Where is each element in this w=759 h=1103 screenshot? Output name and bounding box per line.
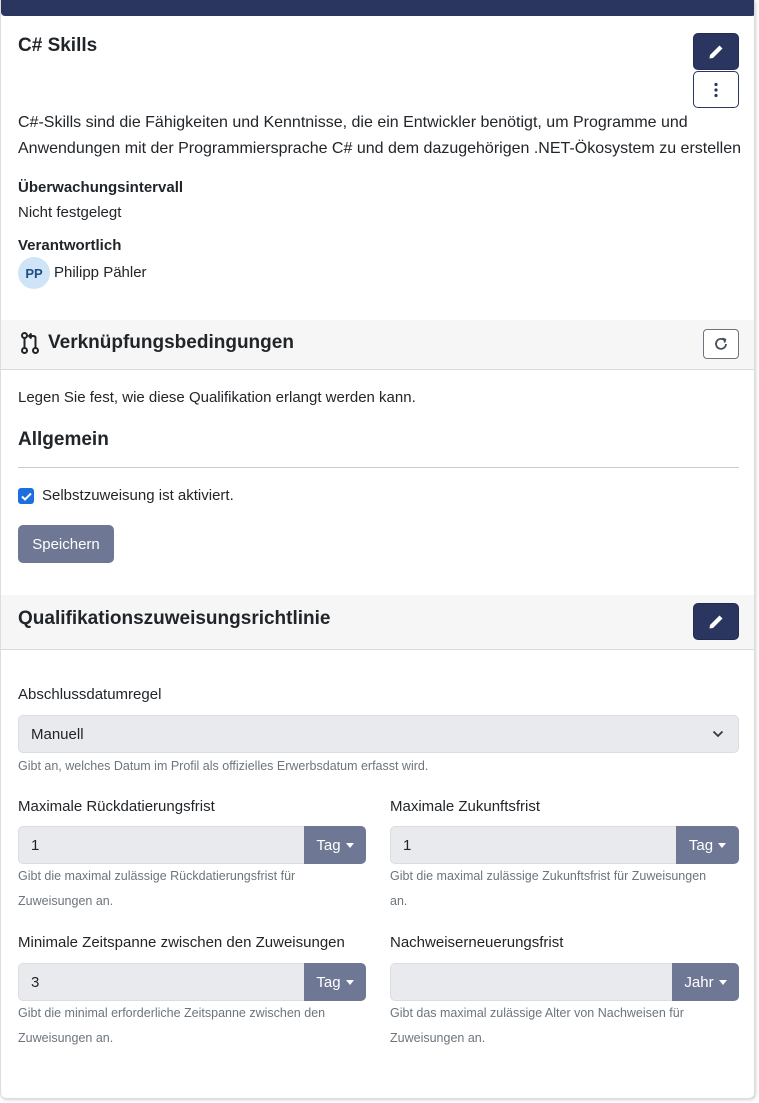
max-backdate-unit: Tag xyxy=(316,836,341,854)
max-backdate-help: Gibt die maximal zulässige Rückdatierung… xyxy=(18,869,296,908)
card-top-bar xyxy=(1,0,754,16)
linking-section-title: Verknüpfungsbedingungen xyxy=(48,332,294,353)
edit-policy-button[interactable] xyxy=(693,603,739,640)
max-future-group: 1 Tag xyxy=(390,826,739,864)
max-backdate-group: 1 Tag xyxy=(18,826,366,864)
pencil-icon xyxy=(709,45,723,58)
self-assign-label[interactable]: Selbstzuweisung ist aktiviert. xyxy=(42,487,234,504)
save-button[interactable]: Speichern xyxy=(18,525,114,563)
interval-label: Überwachungsintervall xyxy=(18,179,184,196)
max-backdate-input[interactable]: 1 xyxy=(18,826,304,864)
min-gap-help: Gibt die minimal erforderliche Zeitspann… xyxy=(18,1006,326,1045)
linking-intro: Legen Sie fest, wie diese Qualifikation … xyxy=(18,389,416,406)
max-future-input[interactable]: 1 xyxy=(390,826,676,864)
proof-renewal-unit-dropdown[interactable]: Jahr xyxy=(672,963,739,1001)
min-gap-group: 3 Tag xyxy=(18,963,366,1001)
caret-down-icon xyxy=(345,842,354,848)
kebab-menu-icon xyxy=(714,82,718,97)
completion-rule-label: Abschlussdatumregel xyxy=(18,686,162,703)
proof-renewal-unit: Jahr xyxy=(684,973,714,991)
self-assign-checkbox[interactable] xyxy=(18,488,34,504)
general-heading: Allgemein xyxy=(18,429,109,450)
pencil-icon xyxy=(709,615,723,628)
min-gap-unit-dropdown[interactable]: Tag xyxy=(304,963,366,1001)
completion-rule-select[interactable]: Manuell xyxy=(18,715,739,753)
completion-rule-help: Gibt an, welches Datum im Profil als off… xyxy=(18,759,429,773)
caret-down-icon xyxy=(345,979,354,985)
skill-title: C# Skills xyxy=(18,35,98,56)
caret-down-icon xyxy=(718,979,727,985)
min-gap-input[interactable]: 3 xyxy=(18,963,304,1001)
avatar: PP xyxy=(18,257,50,289)
interval-value: Nicht festgelegt xyxy=(18,204,122,221)
owner-name[interactable]: Philipp Pähler xyxy=(54,264,147,281)
max-future-help: Gibt die maximal zulässige Zukunftsfrist… xyxy=(390,869,707,908)
linking-section-header: Verknüpfungsbedingungen xyxy=(1,320,754,370)
policy-section-title: Qualifikationszuweisungsrichtlinie xyxy=(18,608,331,629)
chevron-down-icon xyxy=(712,730,724,738)
proof-renewal-group: Jahr xyxy=(390,963,739,1001)
divider xyxy=(18,467,739,468)
proof-renewal-label: Nachweiserneuerungsfrist xyxy=(390,934,564,951)
skill-description: C#-Skills sind die Fähigkeiten und Kennt… xyxy=(18,114,742,157)
refresh-icon xyxy=(715,337,727,350)
check-icon xyxy=(20,492,32,501)
max-future-unit: Tag xyxy=(688,836,714,854)
max-future-unit-dropdown[interactable]: Tag xyxy=(676,826,739,864)
owner-label: Verantwortlich xyxy=(18,237,122,254)
min-gap-unit: Tag xyxy=(316,973,341,991)
proof-renewal-help: Gibt das maximal zulässige Alter von Nac… xyxy=(390,1006,684,1045)
max-backdate-unit-dropdown[interactable]: Tag xyxy=(304,826,366,864)
proof-renewal-input[interactable] xyxy=(390,963,672,1001)
completion-rule-value: Manuell xyxy=(31,725,84,743)
min-gap-label: Minimale Zeitspanne zwischen den Zuweisu… xyxy=(18,934,345,951)
edit-skill-button[interactable] xyxy=(693,33,739,70)
caret-down-icon xyxy=(718,842,727,848)
skill-card: C# Skills C#-Skills sind die Fähigkeiten… xyxy=(0,0,755,1099)
more-options-button[interactable] xyxy=(693,71,739,108)
refresh-button[interactable] xyxy=(703,329,739,359)
git-pull-request-icon xyxy=(21,332,39,354)
policy-section-header: Qualifikationszuweisungsrichtlinie xyxy=(1,595,754,650)
max-future-label: Maximale Zukunftsfrist xyxy=(390,798,541,815)
max-backdate-label: Maximale Rückdatierungsfrist xyxy=(18,798,215,815)
